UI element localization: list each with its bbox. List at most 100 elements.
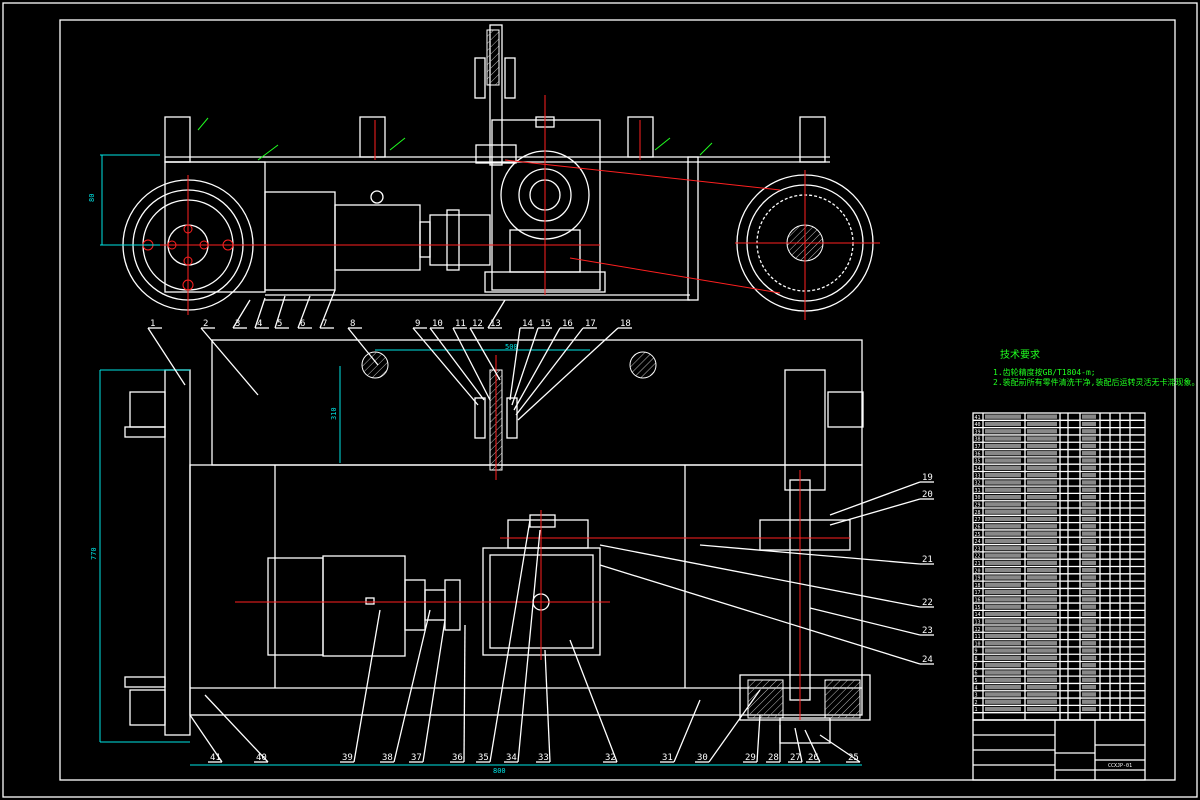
bom-cell-text xyxy=(1082,421,1096,427)
bom-row-number: 38 xyxy=(975,437,981,443)
bom-cell-text xyxy=(1027,699,1057,704)
bom-cell-text xyxy=(985,626,1021,631)
bom-cell-text xyxy=(1082,546,1096,551)
bom-cell-text xyxy=(985,684,1021,690)
bom-row-number: 25 xyxy=(975,532,981,538)
leader-line xyxy=(517,529,541,763)
bom-cell-text xyxy=(1027,436,1057,441)
dimension-text: 770 xyxy=(90,547,98,560)
bom-row-number: 7 xyxy=(975,663,978,669)
bom-cell-text xyxy=(1027,655,1057,661)
bom-row-number: 37 xyxy=(975,444,981,450)
bom-cell-text xyxy=(1027,494,1057,500)
bom-row-number: 29 xyxy=(975,503,981,509)
bom-cell-text xyxy=(1027,663,1057,668)
motor-top xyxy=(264,190,491,291)
bom-cell-text xyxy=(985,421,1021,427)
bom-row-number: 4 xyxy=(975,685,978,691)
bom-cell-text xyxy=(985,553,1021,558)
bom-cell-text xyxy=(1082,487,1096,492)
bom-cell-text xyxy=(1082,648,1096,653)
bom-cell-text xyxy=(1082,531,1096,536)
bom-cell-text xyxy=(1082,568,1096,573)
bom-cell-text xyxy=(1082,524,1096,529)
bom-cell-text xyxy=(1082,626,1096,631)
cad-drawing-sheet: 80 770 310 500 800 1 2 3 4 5 6 7 8 9 10 … xyxy=(2,2,1199,798)
bom-row-number: 24 xyxy=(975,539,981,545)
bill-of-materials-table: 4140393837363534333231302928272625242322… xyxy=(972,412,1146,721)
bom-cell-text xyxy=(1027,619,1057,624)
bom-cell-text xyxy=(1082,480,1096,485)
leader-line xyxy=(189,714,223,763)
leader-line xyxy=(452,327,491,401)
bom-cell-text xyxy=(985,619,1021,624)
leader-line xyxy=(515,327,584,416)
leader-line xyxy=(200,327,259,396)
bom-cell-text xyxy=(1027,597,1057,602)
bom-row-number: 11 xyxy=(975,634,981,640)
bom-cell-text xyxy=(1082,633,1096,639)
leader-line xyxy=(756,714,761,763)
bom-cell-text xyxy=(1027,531,1057,536)
bom-cell-text xyxy=(1082,553,1096,558)
bom-cell-text xyxy=(1027,414,1057,419)
bom-cell-text xyxy=(1082,611,1096,617)
bom-cell-text xyxy=(985,487,1021,492)
leader-line xyxy=(489,519,531,763)
bom-row-number: 39 xyxy=(975,429,981,435)
bom-row-number: 36 xyxy=(975,451,981,457)
bom-cell-text xyxy=(1082,560,1096,565)
bom-cell-text xyxy=(1027,560,1057,565)
leader-line xyxy=(232,299,251,329)
bom-row-number: 40 xyxy=(975,422,981,428)
bom-cell-text xyxy=(985,414,1021,419)
leader-line xyxy=(463,624,466,763)
leader-line xyxy=(569,639,618,763)
bom-cell-text xyxy=(1027,582,1057,587)
drawing-number: CCXJP-01 xyxy=(1108,763,1132,769)
bom-cell-text xyxy=(985,502,1021,507)
bom-cell-text xyxy=(985,531,1021,536)
bom-row-number: 3 xyxy=(975,693,978,699)
bom-row-number: 6 xyxy=(975,671,978,677)
bom-cell-text xyxy=(985,516,1021,522)
leader-line xyxy=(809,607,921,636)
leader-line xyxy=(708,689,761,763)
bom-cell-text xyxy=(985,706,1021,712)
vertical-shaft-top xyxy=(474,24,517,166)
bom-row-number: 32 xyxy=(975,481,981,487)
bom-cell-text xyxy=(985,648,1021,653)
bom-cell-text xyxy=(1027,648,1057,653)
bom-cell-text xyxy=(1082,706,1096,712)
bom-cell-text xyxy=(985,692,1021,697)
tech-req-heading: 技术要求 xyxy=(1000,348,1040,361)
bom-cell-text xyxy=(1082,465,1096,470)
bom-cell-text xyxy=(985,429,1021,434)
bom-cell-text xyxy=(1082,458,1096,463)
bom-row-number: 26 xyxy=(975,524,981,530)
bom-cell-text xyxy=(1027,677,1057,682)
leader-line xyxy=(544,649,551,763)
bom-cell-text xyxy=(1082,509,1096,514)
bom-cell-text xyxy=(985,524,1021,529)
bom-row-number: 2 xyxy=(975,700,978,706)
leader-line xyxy=(319,289,336,329)
bom-row-number: 30 xyxy=(975,495,981,501)
bom-row-number: 31 xyxy=(975,488,981,494)
bom-cell-text xyxy=(1027,451,1057,456)
bom-row-number: 1 xyxy=(975,707,978,713)
bom-row-number: 14 xyxy=(975,612,981,618)
bom-row-number: 12 xyxy=(975,627,981,633)
bom-cell-text xyxy=(985,509,1021,514)
bom-cell-text xyxy=(1082,663,1096,668)
bom-row-number: 22 xyxy=(975,554,981,560)
bom-cell-text xyxy=(985,494,1021,500)
bom-cell-text xyxy=(1082,443,1096,449)
bom-row-number: 41 xyxy=(975,415,981,421)
bom-cell-text xyxy=(985,597,1021,602)
bom-cell-text xyxy=(985,538,1021,544)
bom-cell-text xyxy=(985,655,1021,661)
bom-cell-text xyxy=(1027,553,1057,558)
bom-row-number: 34 xyxy=(975,466,981,472)
bom-row-number: 15 xyxy=(975,605,981,611)
